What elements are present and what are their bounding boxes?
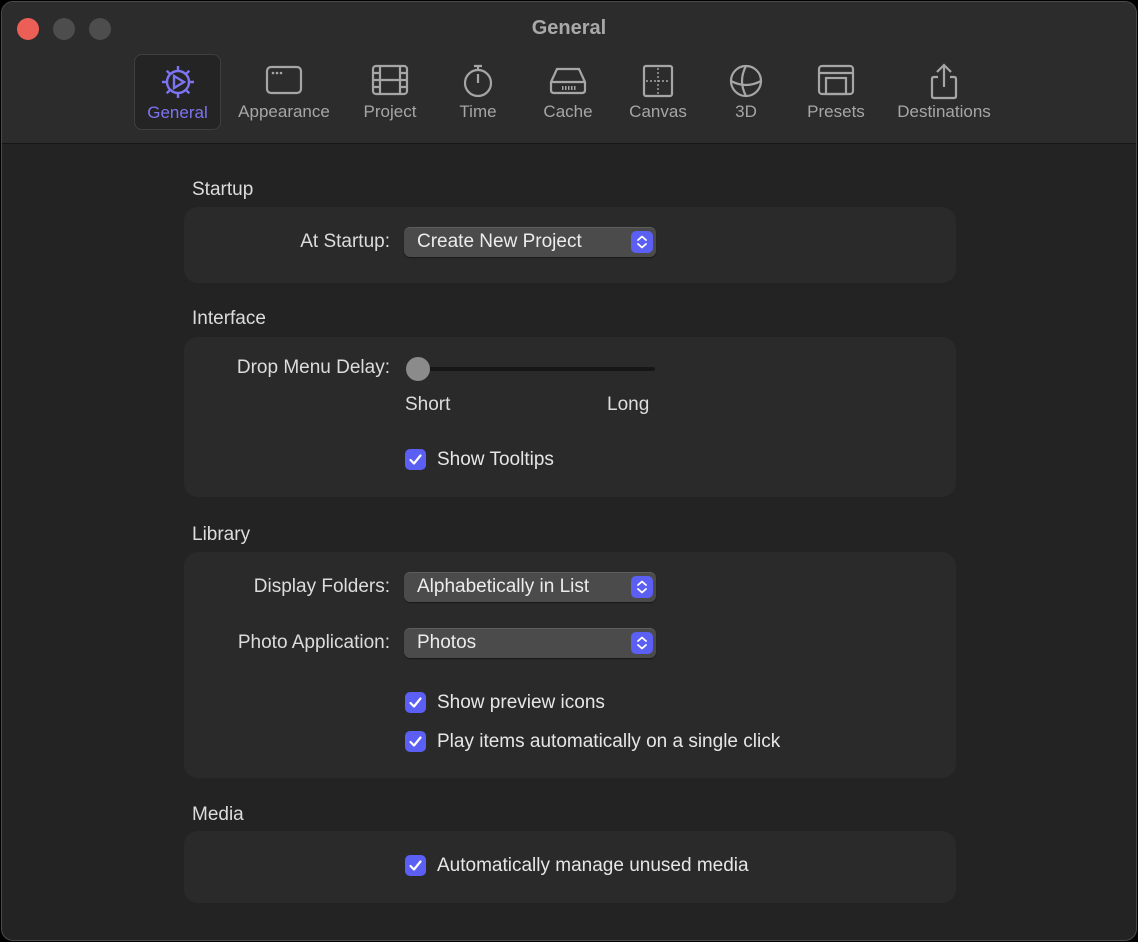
tab-appearance[interactable]: Appearance	[230, 54, 338, 130]
tab-canvas[interactable]: Canvas	[620, 54, 696, 130]
presets-layout-icon	[817, 64, 855, 96]
film-strip-icon	[371, 64, 409, 96]
display-folders-popup[interactable]: Alphabetically in List	[404, 572, 656, 602]
window-title: General	[531, 17, 607, 39]
play-items-checkbox[interactable]	[405, 731, 426, 752]
tab-3d[interactable]: 3D	[714, 54, 778, 130]
preferences-window: General General Appearance Project Time …	[1, 1, 1137, 941]
slider-min-label: Short	[405, 394, 451, 415]
tab-time-label: Time	[459, 102, 497, 121]
tab-canvas-label: Canvas	[629, 102, 687, 121]
canvas-grid-icon	[642, 64, 674, 98]
tab-destinations[interactable]: Destinations	[888, 54, 1000, 130]
section-title-media: Media	[192, 804, 244, 825]
photo-application-label: Photo Application:	[237, 632, 390, 653]
checkmark-icon	[409, 454, 422, 465]
slider-max-label: Long	[607, 394, 650, 415]
slider-knob[interactable]	[406, 357, 430, 381]
tab-general[interactable]: General	[134, 54, 221, 130]
display-folders-label: Display Folders:	[253, 576, 390, 597]
tab-general-label: General	[147, 103, 208, 122]
checkmark-icon	[409, 736, 422, 747]
photo-application-popup[interactable]: Photos	[404, 628, 656, 658]
share-icon	[930, 63, 958, 100]
photo-application-value: Photos	[417, 632, 477, 653]
display-folders-value: Alphabetically in List	[417, 576, 590, 597]
tab-destinations-label: Destinations	[897, 102, 991, 121]
tab-project[interactable]: Project	[352, 54, 428, 130]
checkmark-icon	[409, 697, 422, 708]
drop-menu-delay-label: Drop Menu Delay:	[236, 357, 390, 378]
show-preview-icons-checkbox[interactable]	[405, 692, 426, 713]
tab-project-label: Project	[363, 102, 417, 121]
tab-time[interactable]: Time	[442, 54, 514, 130]
play-items-label: Play items automatically on a single cli…	[437, 731, 781, 752]
auto-manage-media-checkbox[interactable]	[405, 855, 426, 876]
at-startup-value: Create New Project	[417, 231, 582, 252]
chevron-up-down-icon	[631, 231, 653, 253]
section-title-interface: Interface	[192, 308, 266, 329]
tab-appearance-label: Appearance	[238, 102, 330, 121]
stopwatch-icon	[463, 64, 493, 98]
show-tooltips-label: Show Tooltips	[437, 449, 554, 470]
toolbar: General General Appearance Project Time …	[2, 2, 1136, 144]
tab-presets[interactable]: Presets	[800, 54, 872, 130]
gear-icon	[161, 66, 194, 98]
checkmark-icon	[409, 860, 422, 871]
window-icon	[265, 65, 303, 95]
section-title-startup: Startup	[192, 179, 254, 200]
drop-menu-delay-slider[interactable]	[407, 367, 655, 371]
chevron-up-down-icon	[631, 632, 653, 654]
tab-presets-label: Presets	[807, 102, 865, 121]
show-preview-icons-label: Show preview icons	[437, 692, 605, 713]
show-tooltips-checkbox[interactable]	[405, 449, 426, 470]
drive-icon	[549, 67, 587, 95]
tab-cache[interactable]: Cache	[532, 54, 604, 130]
auto-manage-media-label: Automatically manage unused media	[437, 855, 749, 876]
at-startup-label: At Startup:	[300, 231, 390, 252]
tab-3d-label: 3D	[735, 102, 757, 121]
section-title-library: Library	[192, 524, 251, 545]
tab-cache-label: Cache	[543, 102, 593, 121]
sphere-icon	[729, 64, 763, 98]
chevron-up-down-icon	[631, 576, 653, 598]
at-startup-popup[interactable]: Create New Project	[404, 227, 656, 257]
